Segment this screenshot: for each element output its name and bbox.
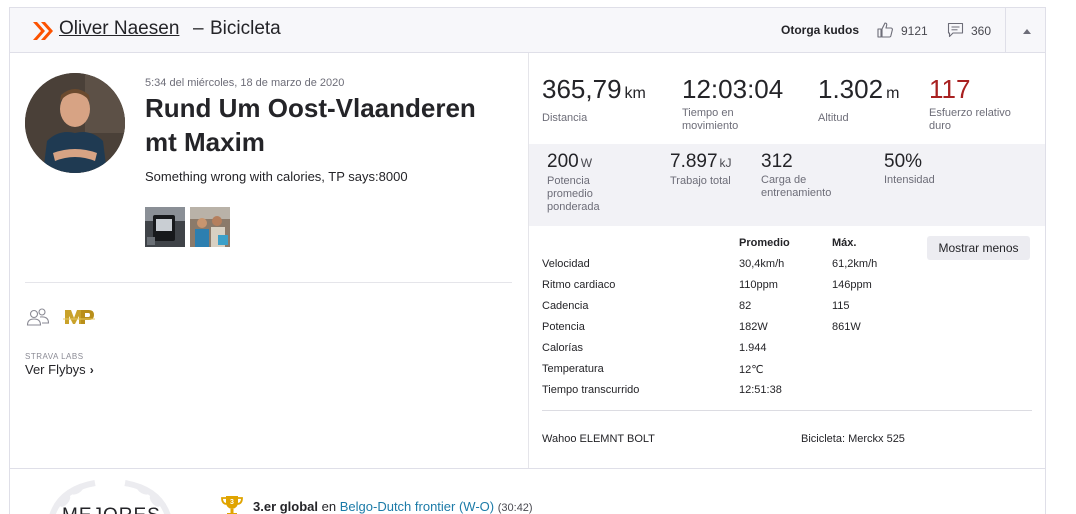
achievement-rank: 3.er global: [253, 499, 319, 514]
stat-weighted-power-unit: W: [580, 156, 593, 170]
show-less-button[interactable]: Mostrar menos: [927, 236, 1030, 260]
kudos-count[interactable]: 9121: [901, 24, 928, 38]
detail-max: 146ppm: [832, 279, 872, 291]
segment-link[interactable]: Belgo-Dutch frontier (W-O): [340, 499, 494, 514]
detail-average: 30,4km/h: [739, 258, 785, 270]
achievements-separator: [10, 468, 1045, 469]
stat-weighted-power-label: Potencia promedio ponderada: [547, 175, 600, 213]
detail-average: 182W: [739, 321, 768, 333]
activity-type: Bicicleta: [210, 18, 281, 39]
device-name: Wahoo ELEMNT BOLT: [542, 433, 655, 445]
stat-distance: 365,79 km Distancia: [542, 74, 646, 125]
activity-date: 5:34 del miércoles, 18 de marzo de 2020: [145, 77, 345, 89]
title-separator: –: [193, 18, 204, 39]
stat-weighted-power: 200 W Potencia promedio ponderada: [547, 151, 627, 214]
stat-distance-value: 365,79: [542, 74, 622, 104]
comment-icon[interactable]: [947, 22, 964, 38]
detail-label: Tiempo transcurrido: [542, 384, 640, 396]
stat-intensity: 50% Intensidad: [884, 151, 935, 187]
activity-card: Oliver Naesen – Bicicleta Otorga kudos 9…: [9, 7, 1046, 514]
column-header-average: Promedio: [739, 237, 790, 249]
view-flybys-link[interactable]: Ver Flybys ›: [25, 362, 94, 377]
header-divider: [1005, 8, 1006, 53]
achievement-item: 3.er global en Belgo-Dutch frontier (W-O…: [253, 499, 533, 514]
detail-row: Cadencia 82 115: [542, 300, 1032, 321]
column-divider: [528, 53, 529, 468]
stat-training-load-label: Carga de entrenamiento: [761, 174, 832, 199]
column-header-max: Máx.: [832, 237, 857, 249]
strava-labs-label: STRAVA LABS: [25, 352, 84, 361]
activity-header: Oliver Naesen – Bicicleta Otorga kudos 9…: [10, 8, 1045, 53]
bike-name[interactable]: Bicicleta: Merckx 525: [801, 433, 905, 445]
activity-description: Something wrong with calories, TP says:8…: [145, 169, 408, 184]
stat-total-work-unit: kJ: [719, 156, 732, 170]
chevron-right-icon: ›: [89, 363, 94, 377]
detail-row: Tiempo transcurrido 12:51:38: [542, 384, 1032, 405]
stat-total-work-value: 7.897: [670, 151, 718, 172]
detail-row: Ritmo cardiaco 110ppm 146ppm: [542, 279, 1032, 300]
stat-elevation-unit: m: [886, 85, 900, 102]
athlete-name-link[interactable]: Oliver Naesen: [59, 18, 179, 40]
detail-average: 12℃: [739, 364, 764, 376]
stat-distance-label: Distancia: [542, 112, 588, 124]
detail-average: 82: [739, 300, 752, 312]
trophy-icon: 3: [221, 496, 243, 514]
double-chevron-icon: [33, 22, 53, 40]
detail-label: Potencia: [542, 321, 585, 333]
detail-max: 115: [832, 300, 850, 312]
detail-average: 12:51:38: [739, 384, 782, 396]
thumbs-up-icon[interactable]: [876, 21, 894, 39]
detail-average: 110ppm: [739, 279, 778, 291]
stat-elevation: 1.302 m Altitud: [818, 74, 899, 125]
flyby-label: Ver Flybys: [25, 362, 86, 377]
left-separator: [25, 282, 512, 283]
stat-distance-unit: km: [624, 85, 646, 102]
achievement-connector: en: [321, 499, 337, 514]
comment-count[interactable]: 360: [971, 24, 991, 38]
detail-label: Calorías: [542, 342, 583, 354]
athlete-avatar[interactable]: [25, 73, 125, 173]
stat-elevation-label: Altitud: [818, 112, 849, 124]
stat-relative-effort[interactable]: 117 Esfuerzo relativo duro: [929, 74, 1034, 133]
collapse-button[interactable]: [1017, 22, 1037, 40]
activity-title: Rund Um Oost-Vlaanderen mt Maxim: [145, 93, 476, 157]
detail-average: 1.944: [739, 342, 767, 354]
details-separator: [542, 410, 1032, 411]
stat-relative-effort-label: Esfuerzo relativo duro: [929, 107, 1011, 132]
detail-row: Potencia 182W 861W: [542, 321, 1032, 342]
stat-moving-time-value: 12:03:04: [682, 74, 784, 104]
mp-logo-icon[interactable]: [63, 306, 95, 328]
detail-label: Velocidad: [542, 258, 590, 270]
detail-row: Velocidad 30,4km/h 61,2km/h: [542, 258, 1032, 279]
avatar-photo: [25, 73, 125, 173]
activity-photo-2[interactable]: [190, 207, 230, 247]
stat-training-load-value: 312: [761, 151, 793, 172]
activity-photo-1[interactable]: [145, 207, 185, 247]
stat-training-load: 312 Carga de entrenamiento: [761, 151, 861, 200]
detail-row: Calorías 1.944: [542, 342, 1032, 363]
stat-intensity-label: Intensidad: [884, 174, 935, 186]
people-icon[interactable]: [26, 306, 50, 328]
detail-max: 861W: [832, 321, 861, 333]
svg-text:3: 3: [230, 499, 234, 506]
stat-weighted-power-value: 200: [547, 151, 579, 172]
stat-elevation-value: 1.302: [818, 74, 884, 104]
achievements-heading: MEJORES: [62, 505, 161, 514]
give-kudos-button[interactable]: Otorga kudos: [781, 23, 859, 37]
stat-total-work-label: Trabajo total: [670, 175, 731, 187]
stat-moving-time: 12:03:04 Tiempo en movimiento: [682, 74, 794, 133]
achievement-time: (30:42): [497, 502, 533, 514]
stat-intensity-value: 50%: [884, 151, 923, 172]
detail-label: Ritmo cardiaco: [542, 279, 616, 291]
collapse-triangle-icon: [1023, 28, 1031, 34]
stat-total-work: 7.897 kJ Trabajo total: [670, 151, 732, 188]
detail-row: Temperatura 12℃: [542, 363, 1032, 384]
detail-label: Temperatura: [542, 363, 604, 375]
detail-label: Cadencia: [542, 300, 589, 312]
detail-max: 61,2km/h: [832, 258, 878, 270]
stat-relative-effort-value: 117: [929, 74, 971, 104]
stat-moving-time-label: Tiempo en movimiento: [682, 107, 739, 132]
